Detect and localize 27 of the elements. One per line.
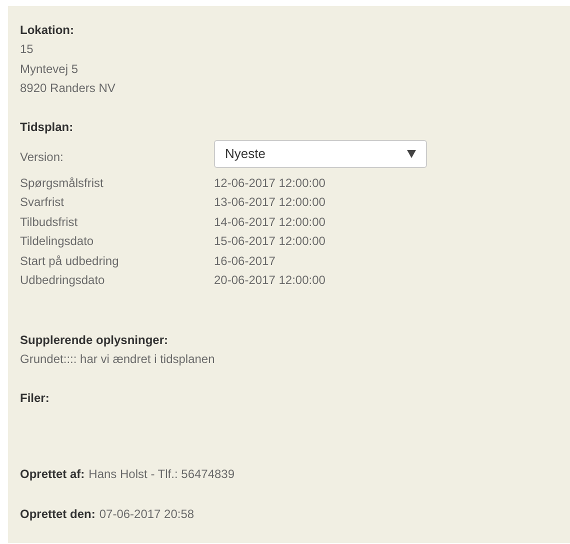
schedule-date: 15-06-2017 12:00:00 [214,233,326,250]
section-heading: Supplerende oplysninger: [20,332,168,348]
field-label: Oprettet af: [20,466,85,483]
note-text: Grundet:::: har vi ændret i tidsplanen [20,350,215,368]
schedule-label: Start på udbedring [20,252,120,270]
schedule-label: Tilbudsfrist [20,214,79,230]
address-line: 15 [20,41,34,58]
section-heading: Lokation: [20,22,74,39]
creator-text: Hans Holst - Tlf.: 56474839 [88,466,235,483]
schedule-label: Tildelingsdato [20,233,95,250]
address-line: 8920 Randers NV [20,80,116,97]
created-date: 07-06-2017 20:58 [99,506,194,523]
schedule-label: Udbedringsdato [20,272,106,289]
section-heading: Filer: [20,390,50,407]
section-heading: Tidsplan: [20,118,74,136]
schedule-label: Svarfrist [20,194,66,211]
schedule-date: 20-06-2017 12:00:00 [214,272,326,289]
schedule-date: 12-06-2017 12:00:00 [214,174,326,192]
schedule-label: Spørgsmålsfrist [20,174,104,192]
caret-icon [407,150,416,158]
schedule-date: 14-06-2017 12:00:00 [214,214,326,230]
version-select[interactable]: Nyeste [214,140,427,168]
address-line: Myntevej 5 [20,60,78,78]
field-label: Version: [20,148,64,166]
schedule-date: 16-06-2017 [214,252,276,270]
field-label: Oprettet den: [20,506,96,523]
schedule-date: 13-06-2017 12:00:00 [214,194,326,211]
